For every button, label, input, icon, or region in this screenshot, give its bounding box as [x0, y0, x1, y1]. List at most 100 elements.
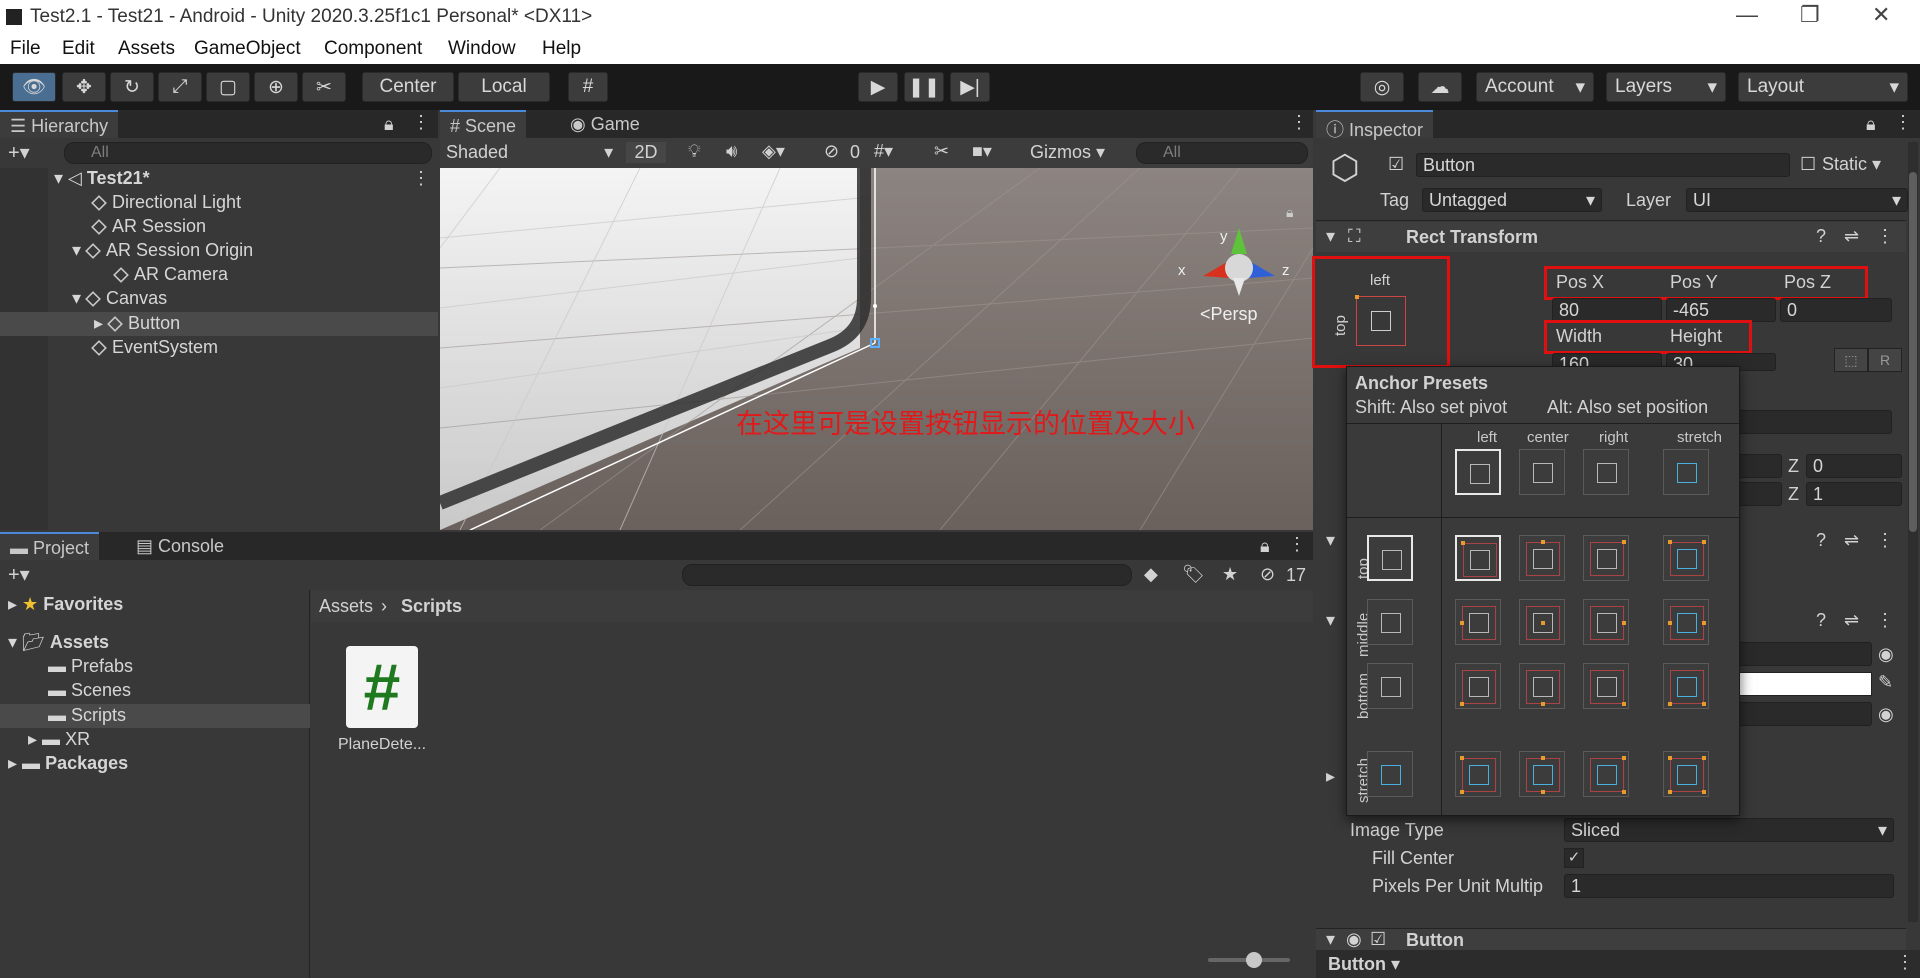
preset-stretch-left[interactable] [1455, 751, 1501, 797]
tree-scripts[interactable]: ▬ Scripts [48, 705, 126, 729]
more-options-icon[interactable]: ⋮ [1288, 534, 1306, 555]
menu-component[interactable]: Component [324, 38, 422, 60]
toggle-2d-button[interactable]: 2D [626, 142, 666, 163]
hidden-packages-icon[interactable]: ⊘ [1260, 564, 1275, 585]
tree-item-directional-light[interactable]: Directional Light [91, 192, 241, 216]
scrollbar[interactable] [1908, 142, 1918, 922]
tree-item-ar-session-origin[interactable]: ▾ AR Session Origin [72, 240, 253, 264]
preset-icon[interactable]: ⇌ [1844, 226, 1859, 247]
transform-tool-icon[interactable]: ⊕ [254, 72, 298, 102]
preset-none-stretch[interactable] [1663, 449, 1709, 495]
collapse-icon[interactable]: ▾ [1326, 610, 1335, 631]
object-name-field[interactable]: Button [1416, 153, 1790, 177]
rotate-tool-icon[interactable]: ↻ [110, 72, 154, 102]
preset-none-left[interactable] [1455, 449, 1501, 495]
eyedropper-icon[interactable]: ✎ [1878, 672, 1893, 693]
source-image-field[interactable] [1736, 642, 1872, 666]
tab-game[interactable]: ◉ Game [560, 110, 650, 138]
lighting-icon[interactable]: 💡︎ [688, 141, 701, 162]
collapse-icon[interactable]: ▾ [1326, 226, 1335, 247]
collapse-icon[interactable]: ▾ [1326, 530, 1335, 551]
tree-item-ar-camera[interactable]: AR Camera [113, 264, 228, 288]
preset-icon[interactable]: ⇌ [1844, 610, 1859, 631]
close-button[interactable]: ✕ [1872, 2, 1890, 28]
image-type-dropdown[interactable]: Sliced ▾ [1564, 818, 1894, 842]
play-button-icon[interactable]: ▶ [858, 72, 898, 102]
material-field[interactable] [1736, 702, 1872, 726]
tree-item-button[interactable]: ▸ Button [94, 313, 180, 337]
z-field-1[interactable]: 0 [1806, 454, 1902, 478]
rect-transform-header[interactable]: ▾ ⛶ Rect Transform ? ⇌ ⋮ [1316, 222, 1906, 252]
help-icon[interactable]: ? [1816, 226, 1826, 247]
scene-search-input[interactable]: All [1136, 142, 1308, 164]
maximize-button[interactable]: ❐ [1800, 2, 1820, 28]
preset-top-left[interactable] [1455, 535, 1501, 581]
preset-bottom-none[interactable] [1367, 663, 1413, 709]
tree-packages[interactable]: ▸ ▬ Packages [8, 753, 128, 777]
script-file-name[interactable]: PlaneDete... [338, 736, 426, 754]
pos-y-field[interactable]: -465 [1666, 298, 1776, 322]
tag-dropdown[interactable]: Untagged ▾ [1422, 188, 1602, 212]
button-component-header[interactable]: ▾ ◉ ☑ Button [1316, 928, 1906, 950]
lock-icon[interactable]: 🔒︎ [1260, 536, 1270, 557]
gizmos-dropdown[interactable]: Gizmos ▾ [1030, 142, 1105, 163]
filter-type-icon[interactable]: ◆ [1144, 564, 1158, 585]
tree-prefabs[interactable]: ▬ Prefabs [48, 656, 133, 680]
layout-dropdown[interactable]: Layout ▾ [1738, 72, 1908, 102]
object-picker-icon[interactable]: ◉ [1878, 644, 1894, 665]
preset-bottom-stretch[interactable] [1663, 663, 1709, 709]
preset-bottom-left[interactable] [1455, 663, 1501, 709]
expand-icon[interactable]: ▸ [1326, 766, 1335, 787]
breadcrumb-assets[interactable]: Assets [319, 596, 373, 617]
anchor-preset-button[interactable] [1355, 295, 1406, 346]
partial-field-2[interactable] [1736, 454, 1782, 478]
pos-x-field[interactable]: 80 [1552, 298, 1662, 322]
preset-icon[interactable]: ⇌ [1844, 530, 1859, 551]
object-picker-icon[interactable]: ◉ [1878, 704, 1894, 725]
scrollbar-thumb[interactable] [1909, 172, 1917, 532]
static-dropdown[interactable]: Static ▾ [1822, 154, 1881, 175]
view-tool-eye-icon[interactable]: 👁 [12, 72, 56, 102]
effects-icon[interactable]: ◈▾ [762, 141, 785, 162]
preset-top-none[interactable] [1367, 535, 1413, 581]
component-menu-icon[interactable]: ⋮ [1876, 226, 1894, 247]
hidden-objects-icon[interactable]: ⊘ [824, 141, 839, 162]
component-enabled-checkbox[interactable]: ☑ [1370, 929, 1386, 950]
scene-viewport[interactable]: y x z 🔒︎ <Persp 在这里可是设置按钮显示的位置及大小 [440, 168, 1313, 530]
component-menu-icon[interactable]: ⋮ [1876, 530, 1894, 551]
tab-console[interactable]: ▤ Console [126, 532, 234, 560]
partial-field-1[interactable] [1736, 410, 1892, 434]
help-icon[interactable]: ? [1816, 610, 1826, 631]
tree-item-canvas[interactable]: ▾ Canvas [72, 288, 167, 312]
preset-none-right[interactable] [1583, 449, 1629, 495]
pivot-center-button[interactable]: Center [362, 72, 454, 102]
tree-xr[interactable]: ▸ ▬ XR [28, 729, 90, 753]
more-options-icon[interactable]: ⋮ [1894, 112, 1912, 133]
gizmo-lock-icon[interactable]: 🔒︎ [1286, 204, 1293, 221]
preset-middle-stretch[interactable] [1663, 599, 1709, 645]
move-tool-icon[interactable]: ✥ [62, 72, 106, 102]
z-field-2[interactable]: 1 [1806, 482, 1902, 506]
fill-center-checkbox[interactable]: ✓ [1564, 848, 1584, 868]
menu-window[interactable]: Window [448, 38, 516, 60]
preset-middle-none[interactable] [1367, 599, 1413, 645]
scale-tool-icon[interactable]: ⤢ [158, 72, 202, 102]
component-menu-icon[interactable]: ⋮ [1876, 610, 1894, 631]
create-asset-button[interactable]: +▾ [8, 562, 30, 587]
scene-root-item[interactable]: ▾ ◁ Test21* [54, 168, 150, 192]
project-search-input[interactable] [682, 564, 1132, 586]
tree-assets[interactable]: ▾ 📂︎ Assets [8, 632, 109, 656]
static-checkbox[interactable]: ☐ [1800, 154, 1816, 175]
partial-field-3[interactable] [1736, 482, 1782, 506]
tools-icon[interactable]: ✂ [934, 141, 949, 162]
menu-file[interactable]: File [10, 38, 41, 60]
minimize-button[interactable]: — [1736, 2, 1758, 28]
tab-scene[interactable]: # Scene [440, 110, 527, 138]
scene-more-icon[interactable]: ⋮ [412, 168, 430, 189]
add-object-button[interactable]: +▾ [8, 140, 30, 165]
collapse-icon[interactable]: ▾ [1326, 929, 1335, 950]
audio-icon[interactable]: 🔊︎ [726, 141, 737, 162]
color-swatch[interactable] [1736, 672, 1872, 696]
preset-top-right[interactable] [1583, 535, 1629, 581]
pause-button-icon[interactable]: ❚❚ [904, 72, 944, 102]
